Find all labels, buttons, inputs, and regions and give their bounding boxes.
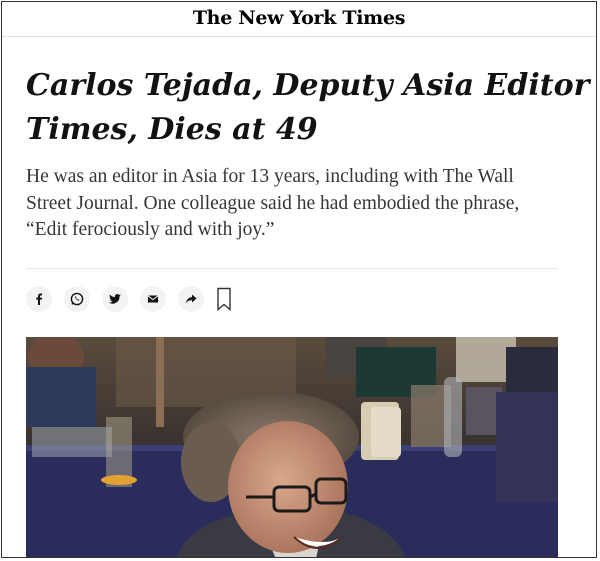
masthead: The New York Times	[2, 2, 596, 37]
email-share-button[interactable]	[140, 286, 166, 312]
share-arrow-icon	[185, 294, 197, 304]
summary-line: “Edit ferociously and with joy.”	[26, 219, 275, 240]
save-article-button[interactable]	[216, 287, 232, 311]
facebook-share-button[interactable]	[26, 286, 52, 312]
article-headline: Carlos Tejada, Deputy Asia Editor for Th…	[26, 64, 596, 152]
bookmark-icon	[217, 287, 231, 311]
facebook-icon	[36, 293, 43, 305]
share-more-button[interactable]	[178, 286, 204, 312]
whatsapp-icon	[70, 292, 84, 306]
hero-photo	[26, 337, 558, 557]
article-summary: He was an editor in Asia for 13 years, i…	[26, 164, 566, 244]
summary-line: Street Journal. One colleague said he ha…	[26, 192, 520, 214]
whatsapp-share-button[interactable]	[64, 286, 90, 312]
summary-line: He was an editor in Asia for 13 years, i…	[26, 166, 514, 187]
email-icon	[147, 295, 159, 303]
headline-line: Carlos Tejada, Deputy Asia Editor for Th…	[26, 68, 596, 103]
divider	[26, 268, 558, 269]
twitter-icon	[109, 294, 121, 304]
portrait-photo	[26, 337, 558, 557]
twitter-share-button[interactable]	[102, 286, 128, 312]
share-toolbar	[26, 285, 232, 313]
page-frame: The New York Times Carlos Tejada, Deputy…	[1, 1, 597, 558]
nyt-logo[interactable]: The New York Times	[193, 7, 406, 29]
headline-line: Times, Dies at 49	[26, 112, 318, 147]
